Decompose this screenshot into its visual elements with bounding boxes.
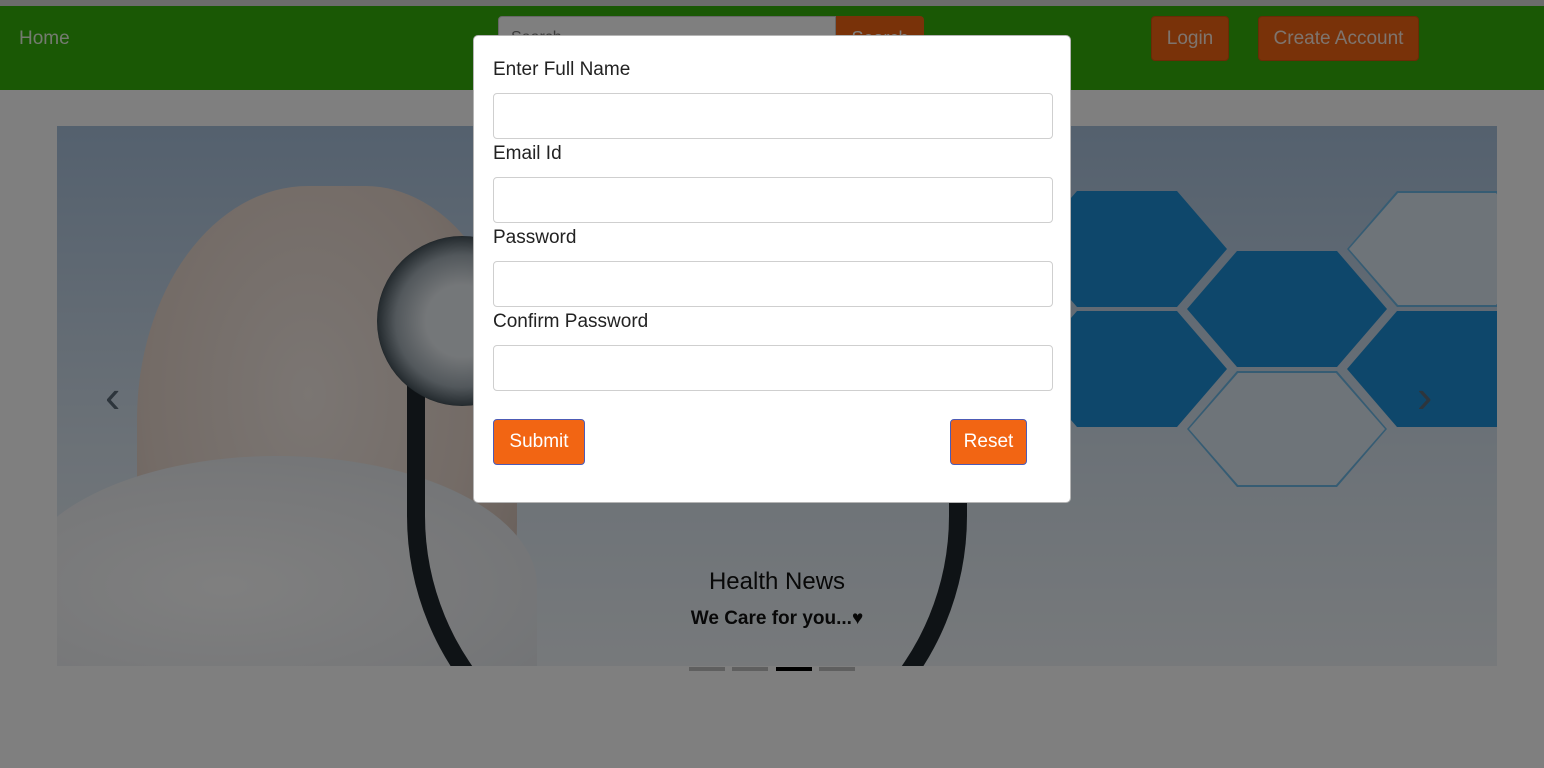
create-account-modal: Enter Full Name Email Id Password Confir… (473, 35, 1071, 503)
confirm-password-label: Confirm Password (493, 311, 649, 332)
reset-button[interactable]: Reset (950, 419, 1027, 465)
confirm-password-input[interactable] (493, 345, 1053, 391)
email-input[interactable] (493, 177, 1053, 223)
page: Home Search Login Create Account ‹ › Hea… (0, 0, 1544, 768)
submit-button[interactable]: Submit (493, 419, 585, 465)
password-label: Password (493, 227, 577, 248)
password-input[interactable] (493, 261, 1053, 307)
full-name-label: Enter Full Name (493, 59, 631, 80)
email-label: Email Id (493, 143, 562, 164)
full-name-input[interactable] (493, 93, 1053, 139)
